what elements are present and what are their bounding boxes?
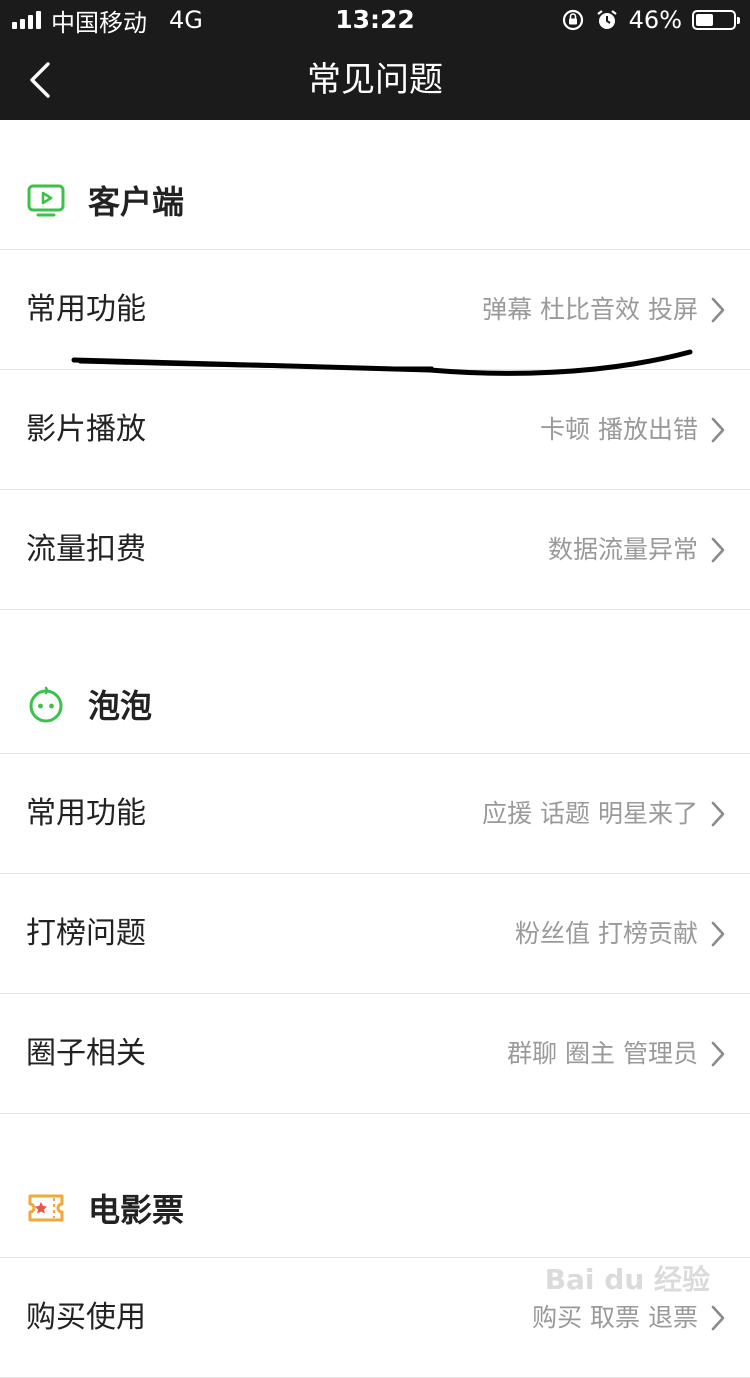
page-title: 常见问题 bbox=[307, 60, 443, 100]
list-item[interactable]: 常用功能 应援 话题 明星来了 bbox=[0, 754, 750, 874]
status-right: 46% bbox=[561, 0, 740, 40]
movie-ticket-icon bbox=[28, 1194, 64, 1221]
section-movie-ticket: 电影票 购买使用 购买 取票 退票 bbox=[0, 1114, 750, 1378]
list-item[interactable]: 圈子相关 群聊 圈主 管理员 bbox=[0, 994, 750, 1114]
section-header: 泡泡 bbox=[0, 654, 750, 754]
row-tags: 应援 话题 明星来了 bbox=[482, 799, 698, 828]
row-label: 影片播放 bbox=[26, 412, 146, 447]
alarm-icon bbox=[596, 10, 617, 29]
chevron-right-icon bbox=[711, 1041, 725, 1067]
row-label: 圈子相关 bbox=[26, 1036, 146, 1071]
chevron-right-icon bbox=[711, 417, 725, 443]
battery-icon bbox=[692, 10, 740, 30]
row-tags: 数据流量异常 bbox=[547, 535, 698, 564]
list-item[interactable]: 流量扣费 数据流量异常 bbox=[0, 490, 750, 610]
rotation-lock-icon bbox=[562, 9, 583, 31]
list-item[interactable]: 打榜问题 粉丝值 打榜贡献 bbox=[0, 874, 750, 994]
chevron-right-icon bbox=[711, 1305, 725, 1331]
chevron-right-icon bbox=[711, 537, 725, 563]
row-label: 常用功能 bbox=[26, 292, 146, 327]
section-title: 泡泡 bbox=[88, 686, 153, 725]
section-client: 客户端 常用功能 弹幕 杜比音效 投屏 影片播放 卡顿 播放出错 流量扣费 数据… bbox=[0, 120, 750, 610]
row-label: 购买使用 bbox=[26, 1300, 146, 1335]
list-item[interactable]: 影片播放 卡顿 播放出错 bbox=[0, 370, 750, 490]
faq-list: 客户端 常用功能 弹幕 杜比音效 投屏 影片播放 卡顿 播放出错 流量扣费 数据… bbox=[0, 120, 750, 1378]
row-tags: 卡顿 播放出错 bbox=[540, 415, 698, 444]
list-item[interactable]: 常用功能 弹幕 杜比音效 投屏 bbox=[0, 250, 750, 370]
status-bar: 中国移动 4G 13:22 46% bbox=[0, 0, 750, 40]
tv-play-icon bbox=[27, 184, 65, 216]
section-bubble: 泡泡 常用功能 应援 话题 明星来了 打榜问题 粉丝值 打榜贡献 圈子相关 群聊… bbox=[0, 610, 750, 1114]
watermark-logo: Bai du 经验 bbox=[544, 1263, 710, 1296]
row-tags: 弹幕 杜比音效 投屏 bbox=[482, 295, 698, 324]
nav-bar: 常见问题 bbox=[0, 40, 750, 120]
section-title: 客户端 bbox=[88, 182, 185, 221]
row-label: 常用功能 bbox=[26, 796, 146, 831]
row-label: 流量扣费 bbox=[26, 532, 146, 567]
row-tags: 群聊 圈主 管理员 bbox=[507, 1039, 698, 1068]
row-tags: 粉丝值 打榜贡献 bbox=[515, 919, 698, 948]
section-header: 电影票 bbox=[0, 1158, 750, 1258]
chevron-right-icon bbox=[711, 297, 725, 323]
battery-percent: 46% bbox=[628, 6, 682, 34]
section-header: 客户端 bbox=[0, 150, 750, 250]
chevron-right-icon bbox=[711, 921, 725, 947]
chevron-right-icon bbox=[711, 801, 725, 827]
section-title: 电影票 bbox=[88, 1190, 185, 1229]
row-label: 打榜问题 bbox=[26, 916, 146, 951]
bubble-face-icon bbox=[29, 686, 63, 722]
